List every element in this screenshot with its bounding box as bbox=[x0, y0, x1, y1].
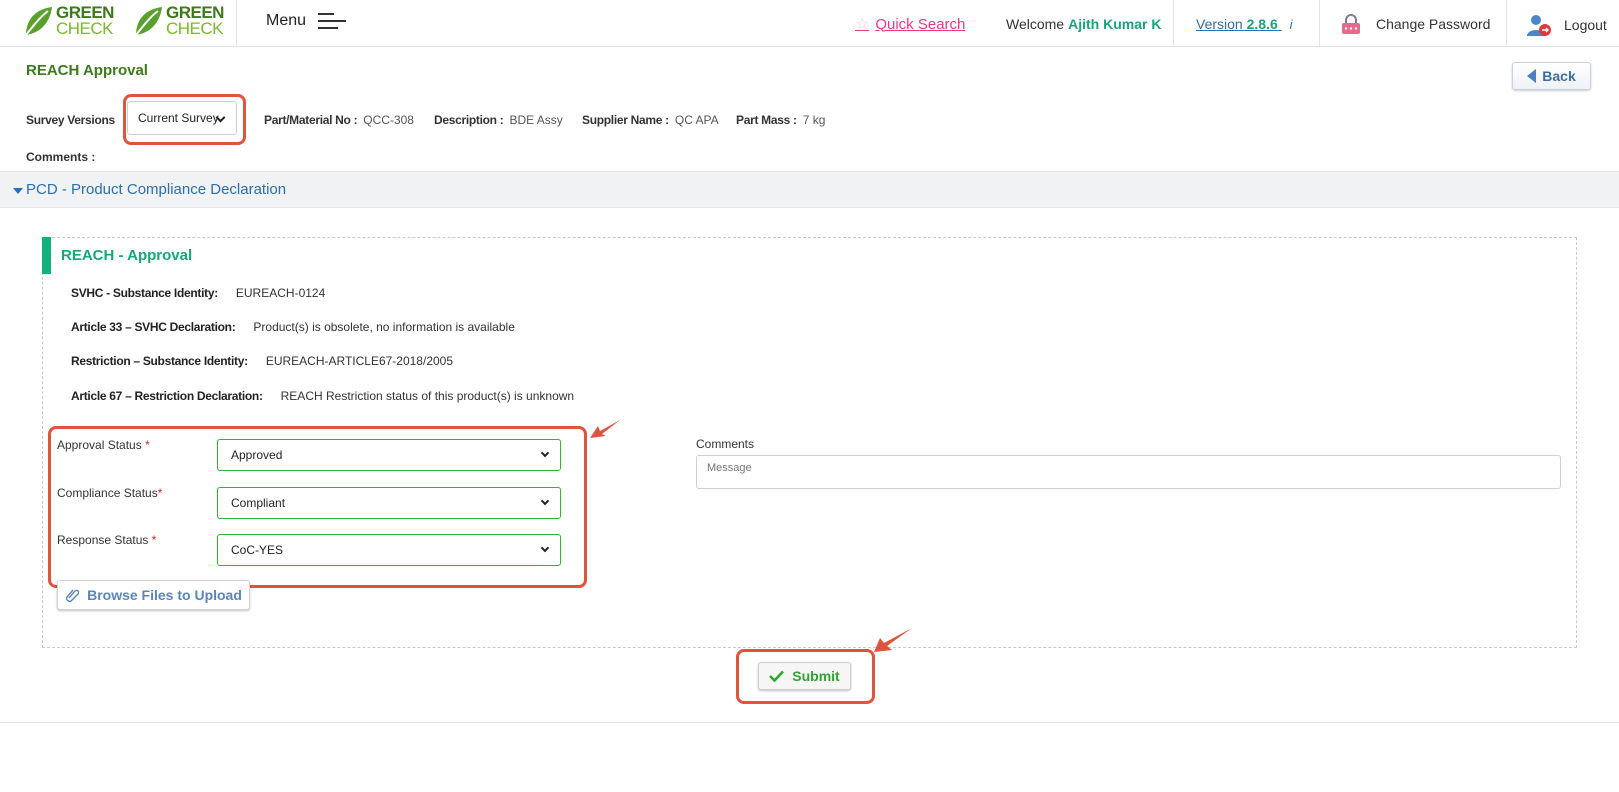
back-arrow-icon bbox=[1527, 69, 1537, 83]
header-divider bbox=[1319, 0, 1320, 47]
submit-label: Submit bbox=[792, 668, 840, 684]
survey-version-select[interactable]: Current Survey bbox=[127, 101, 237, 135]
header-divider bbox=[236, 0, 237, 47]
green-check-logo[interactable]: GREEN CHECK bbox=[22, 4, 114, 38]
submit-button[interactable]: Submit bbox=[758, 662, 851, 690]
check-icon bbox=[769, 670, 785, 682]
green-check-logo-secondary[interactable]: GREEN CHECK bbox=[132, 4, 224, 38]
chevron-down-icon bbox=[540, 448, 550, 458]
annotation-arrow-icon bbox=[874, 628, 912, 652]
back-button[interactable]: Back bbox=[1512, 62, 1591, 90]
comments-textarea[interactable] bbox=[696, 455, 1561, 489]
pcd-section-title[interactable]: PCD - Product Compliance Declaration bbox=[26, 181, 286, 198]
survey-versions-label: Survey Versions bbox=[26, 113, 115, 127]
top-navigation-bar: GREEN CHECK GREEN CHECK Menu ☆ Quick Sea… bbox=[0, 0, 1619, 47]
caret-down-icon bbox=[13, 188, 23, 194]
field-label: Restriction – Substance Identity: bbox=[71, 354, 248, 368]
browse-files-button[interactable]: Browse Files to Upload bbox=[57, 580, 250, 610]
supplier-info: Supplier Name : QC APA bbox=[582, 113, 719, 127]
star-icon: ☆ bbox=[855, 16, 870, 33]
logout-button[interactable]: Logout bbox=[1526, 13, 1607, 37]
footer-divider bbox=[0, 722, 1619, 723]
response-status-label: Response Status * bbox=[57, 533, 157, 547]
approval-status-label: Approval Status * bbox=[57, 438, 150, 452]
part-mass-label: Part Mass : bbox=[736, 113, 797, 127]
change-password-label: Change Password bbox=[1376, 16, 1491, 32]
field-value: EUREACH-ARTICLE67-2018/2005 bbox=[265, 354, 454, 368]
description-info: Description : BDE Assy bbox=[434, 113, 563, 127]
field-label: Article 33 – SVHC Declaration: bbox=[71, 320, 236, 334]
compliance-status-value: Compliant bbox=[231, 496, 286, 510]
browse-files-label: Browse Files to Upload bbox=[87, 587, 242, 603]
svhc-identity-row: SVHC - Substance Identity: EUREACH-0124 bbox=[71, 286, 325, 300]
user-name: Ajith Kumar K bbox=[1068, 16, 1162, 32]
field-value: EUREACH-0124 bbox=[235, 286, 326, 300]
change-password-button[interactable]: Change Password bbox=[1340, 13, 1490, 35]
field-value: Product(s) is obsolete, no information i… bbox=[253, 320, 515, 334]
restriction-identity-row: Restriction – Substance Identity: EUREACH… bbox=[71, 354, 453, 368]
info-icon[interactable]: i bbox=[1290, 17, 1293, 32]
required-marker: * bbox=[145, 438, 150, 452]
chevron-down-icon bbox=[540, 543, 550, 553]
version-number: 2.8.6 bbox=[1246, 16, 1278, 32]
response-status-value: CoC-YES bbox=[231, 543, 284, 557]
field-label: SVHC - Substance Identity: bbox=[71, 286, 218, 300]
article33-declaration-row: Article 33 – SVHC Declaration: Product(s)… bbox=[71, 320, 515, 334]
supplier-value: QC APA bbox=[674, 113, 719, 127]
comments-field-label: Comments bbox=[696, 437, 755, 451]
part-mass-value: 7 kg bbox=[802, 113, 826, 127]
hamburger-icon bbox=[318, 12, 347, 30]
back-label: Back bbox=[1542, 68, 1576, 84]
page-title: REACH Approval bbox=[26, 62, 148, 79]
article67-declaration-row: Article 67 – Restriction Declaration: REA… bbox=[71, 389, 574, 403]
field-value: REACH Restriction status of this product… bbox=[280, 389, 575, 403]
chevron-down-icon bbox=[540, 496, 550, 506]
logout-label: Logout bbox=[1564, 17, 1607, 33]
compliance-status-label: Compliance Status* bbox=[57, 486, 163, 500]
version-link[interactable]: Version 2.8.6 i bbox=[1196, 16, 1293, 32]
welcome-message: Welcome Ajith Kumar K bbox=[1006, 16, 1161, 32]
leaf-icon bbox=[25, 7, 52, 36]
pcd-section-header[interactable]: PCD - Product Compliance Declaration bbox=[0, 171, 1619, 208]
welcome-prefix: Welcome bbox=[1006, 16, 1065, 32]
description-label: Description : bbox=[434, 113, 504, 127]
quick-search-label: Quick Search bbox=[875, 15, 966, 33]
part-number-label: Part/Material No : bbox=[264, 113, 358, 127]
field-label: Article 67 – Restriction Declaration: bbox=[71, 389, 263, 403]
response-status-select[interactable]: CoC-YES bbox=[217, 534, 561, 566]
header-divider bbox=[1506, 0, 1507, 47]
survey-version-value: Current Survey bbox=[138, 111, 219, 125]
header-divider bbox=[1173, 0, 1174, 47]
required-marker: * bbox=[157, 486, 163, 500]
paperclip-icon bbox=[66, 589, 80, 602]
part-mass-info: Part Mass : 7 kg bbox=[736, 113, 825, 127]
panel-title: REACH - Approval bbox=[61, 247, 193, 264]
lock-icon bbox=[1342, 14, 1360, 34]
part-number-info: Part/Material No : QCC-308 bbox=[264, 113, 414, 127]
version-prefix: Version bbox=[1196, 16, 1243, 32]
part-number-value: QCC-308 bbox=[363, 113, 414, 127]
user-logout-icon bbox=[1527, 15, 1551, 36]
leaf-icon bbox=[135, 7, 162, 36]
panel-accent-bar bbox=[42, 237, 51, 274]
required-marker: * bbox=[151, 533, 157, 547]
menu-button[interactable]: Menu bbox=[266, 12, 347, 30]
approval-status-select[interactable]: Approved bbox=[217, 439, 561, 471]
approval-status-value: Approved bbox=[231, 448, 283, 462]
description-value: BDE Assy bbox=[509, 113, 563, 127]
supplier-label: Supplier Name : bbox=[582, 113, 669, 127]
annotation-arrow-icon bbox=[590, 420, 620, 438]
comments-label: Comments : bbox=[26, 150, 96, 164]
logo-word-check: CHECK bbox=[166, 19, 224, 38]
compliance-status-select[interactable]: Compliant bbox=[217, 487, 561, 519]
menu-label: Menu bbox=[266, 12, 307, 29]
quick-search-link[interactable]: ☆ Quick Search bbox=[855, 14, 965, 34]
logo-word-check: CHECK bbox=[56, 19, 114, 38]
